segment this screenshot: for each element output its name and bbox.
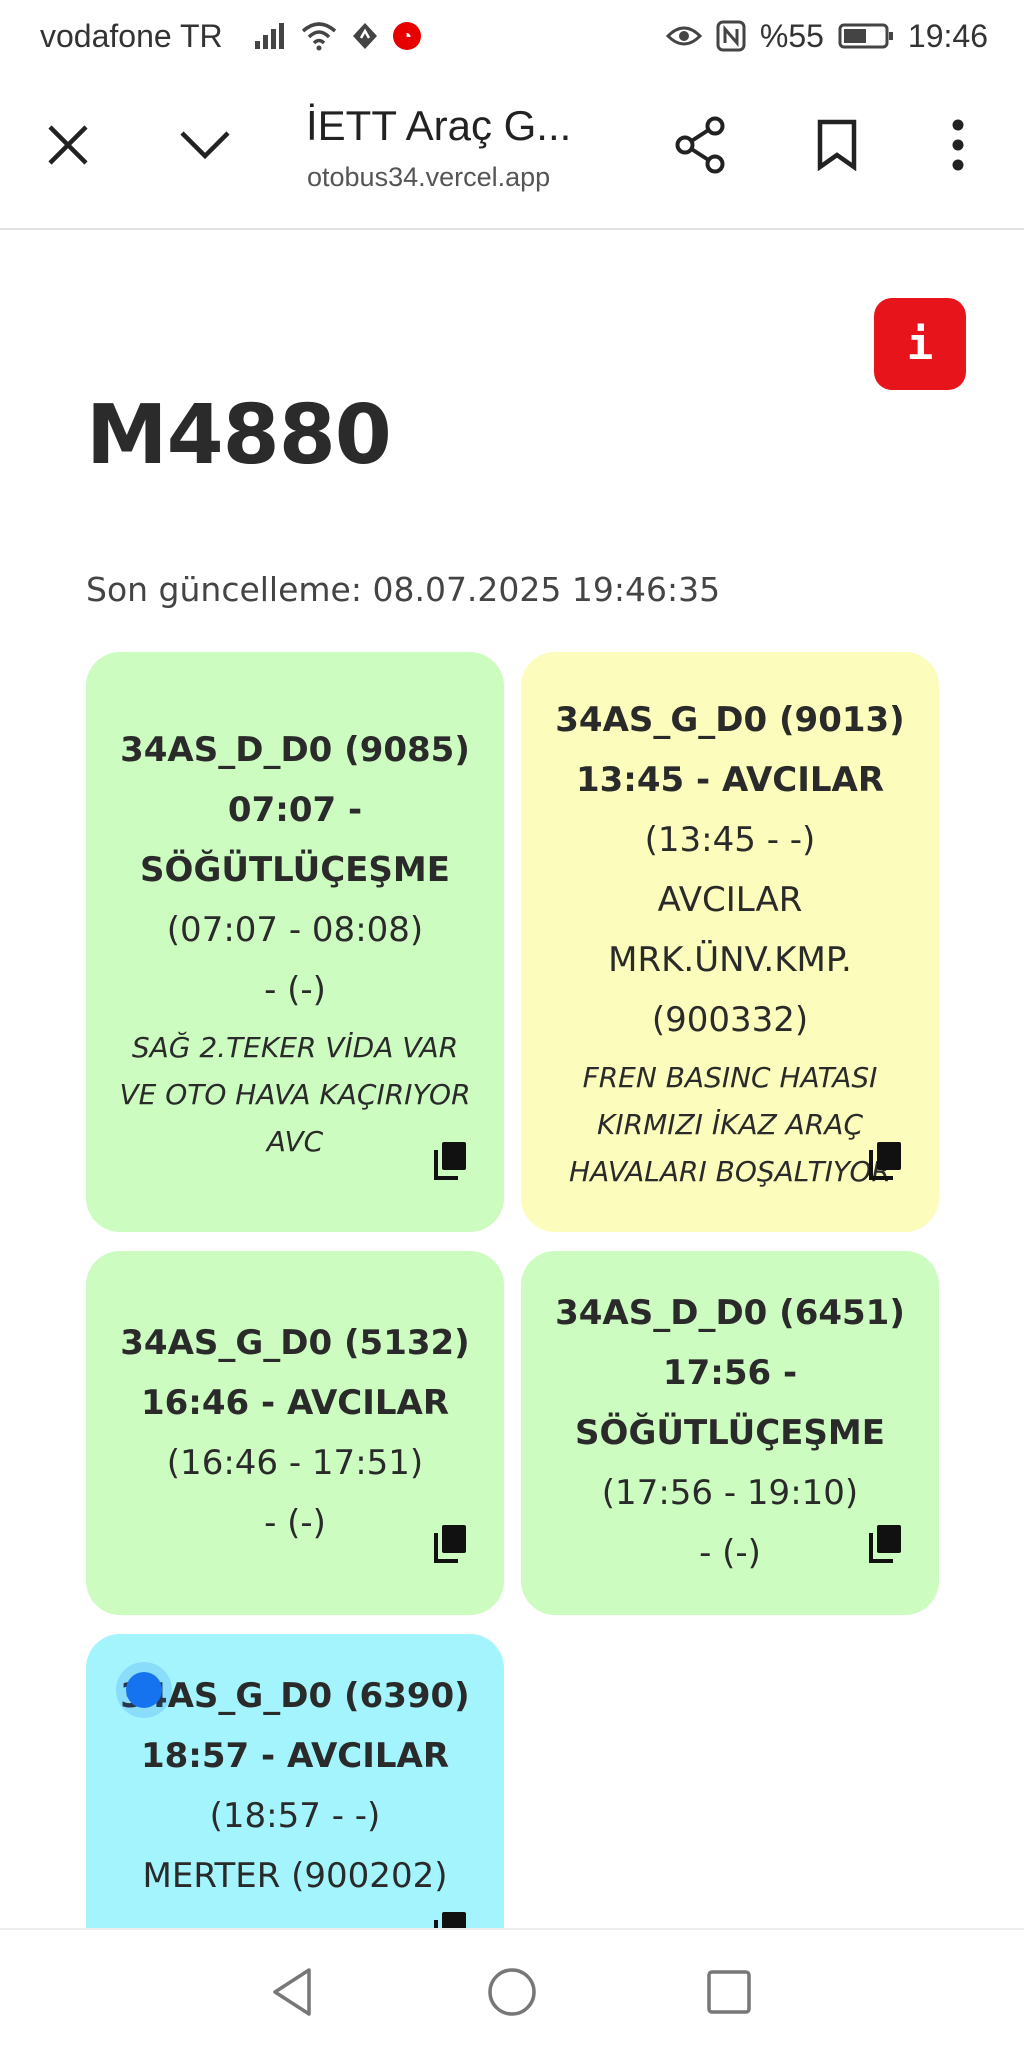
more-vert-icon [952, 119, 964, 171]
page-title: M4880 [86, 388, 392, 483]
copy-icon[interactable] [432, 1523, 468, 1563]
trip-time-range: (13:45 - -) [644, 819, 816, 860]
system-navigation-bar [0, 1928, 1024, 2048]
trip-stop-detail: MRK.ÜNV.KMP. [608, 939, 852, 980]
trip-stop: - (-) [264, 1503, 326, 1543]
page-url: otobus34.vercel.app [307, 162, 551, 192]
trip-stop-code: (900332) [651, 999, 809, 1040]
vodafone-icon: ◔ [392, 22, 421, 50]
back-button[interactable] [264, 1964, 320, 2020]
bookmark-button[interactable] [802, 110, 872, 180]
eye-icon [665, 18, 702, 54]
signal-icon [253, 18, 287, 54]
trip-code: 34AS_G_D0 (9013) [555, 699, 905, 740]
trip-card[interactable]: 34AS_G_D0 (9013) 13:45 - AVCILAR (13:45 … [521, 652, 939, 1232]
trip-stop: - (-) [699, 1533, 761, 1573]
collapse-button[interactable] [170, 110, 240, 180]
last-update-text: Son güncelleme: 08.07.2025 19:46:35 [86, 570, 721, 609]
trip-time-range: (18:57 - -) [209, 1796, 381, 1836]
share-icon [675, 116, 725, 174]
wifi-icon [301, 18, 337, 54]
trip-code: 34AS_D_D0 (6451) [555, 1293, 905, 1333]
chevron-down-icon [180, 131, 230, 160]
clock: 19:46 [907, 17, 988, 54]
trip-stop: - (-) [264, 969, 326, 1010]
copy-icon[interactable] [867, 1140, 903, 1180]
carrier-label: vodafone TR [40, 17, 223, 54]
copy-icon[interactable] [432, 1140, 468, 1180]
trip-time-range: (17:56 - 19:10) [601, 1473, 859, 1513]
trip-time-range: (16:46 - 17:51) [166, 1443, 424, 1483]
trip-card[interactable]: 34AS_D_D0 (6451) 17:56 - SÖĞÜTLÜÇEŞME (1… [521, 1251, 939, 1615]
browser-toolbar: İETT Araç G... otobus34.vercel.app [0, 72, 1024, 230]
status-bar: vodafone TR ◔ %55 19:46 [0, 0, 1024, 72]
trip-stop: AVCILAR [657, 879, 803, 920]
trip-code: 34AS_D_D0 (9085) [120, 729, 470, 770]
trip-start: 07:07 - [227, 789, 363, 830]
trip-note: SAĞ 2.TEKER VİDA VAR VE OTO HAVA KAÇIRIY… [119, 1030, 471, 1158]
battery-icon [838, 18, 894, 54]
home-circle-icon [488, 1968, 536, 2016]
status-right: %55 19:46 [665, 17, 988, 55]
page-tab-title: İETT Araç G... [306, 102, 572, 149]
share-button[interactable] [665, 110, 735, 180]
trip-destination: SÖĞÜTLÜÇEŞME [575, 1413, 885, 1453]
back-triangle-icon [273, 1968, 311, 2016]
close-icon [48, 125, 88, 165]
trip-start: 17:56 - [662, 1353, 798, 1393]
trip-card[interactable]: 34AS_D_D0 (9085) 07:07 - SÖĞÜTLÜÇEŞME (0… [86, 652, 504, 1232]
trip-start: 13:45 - AVCILAR [575, 759, 885, 800]
trip-start: 18:57 - AVCILAR [140, 1736, 450, 1776]
touch-indicator [126, 1672, 162, 1708]
trip-code: 34AS_G_D0 (5132) [120, 1323, 470, 1363]
trip-destination: SÖĞÜTLÜÇEŞME [140, 849, 450, 890]
nfc-icon [716, 18, 746, 54]
trip-stop: MERTER (900202) [142, 1856, 448, 1896]
trip-code: 34AS_G_D0 (6390) [120, 1676, 470, 1716]
recents-button[interactable] [701, 1964, 757, 2020]
battery-percent: %55 [759, 17, 824, 54]
home-button[interactable] [484, 1964, 540, 2020]
info-icon: i [906, 318, 934, 370]
trip-start: 16:46 - AVCILAR [140, 1383, 450, 1423]
trip-time-range: (07:07 - 08:08) [166, 909, 424, 950]
info-button[interactable]: i [874, 298, 966, 390]
navigation-icon [351, 18, 379, 54]
trip-card[interactable]: 34AS_G_D0 (5132) 16:46 - AVCILAR (16:46 … [86, 1251, 504, 1615]
bookmark-icon [817, 119, 857, 171]
close-button[interactable] [33, 110, 103, 180]
recents-square-icon [707, 1970, 751, 2014]
copy-icon[interactable] [867, 1523, 903, 1563]
status-left: vodafone TR ◔ [40, 18, 421, 55]
more-options-button[interactable] [923, 110, 993, 180]
trip-note: FREN BASINC HATASI KIRMIZI İKAZ ARAÇ HAV… [569, 1060, 891, 1188]
